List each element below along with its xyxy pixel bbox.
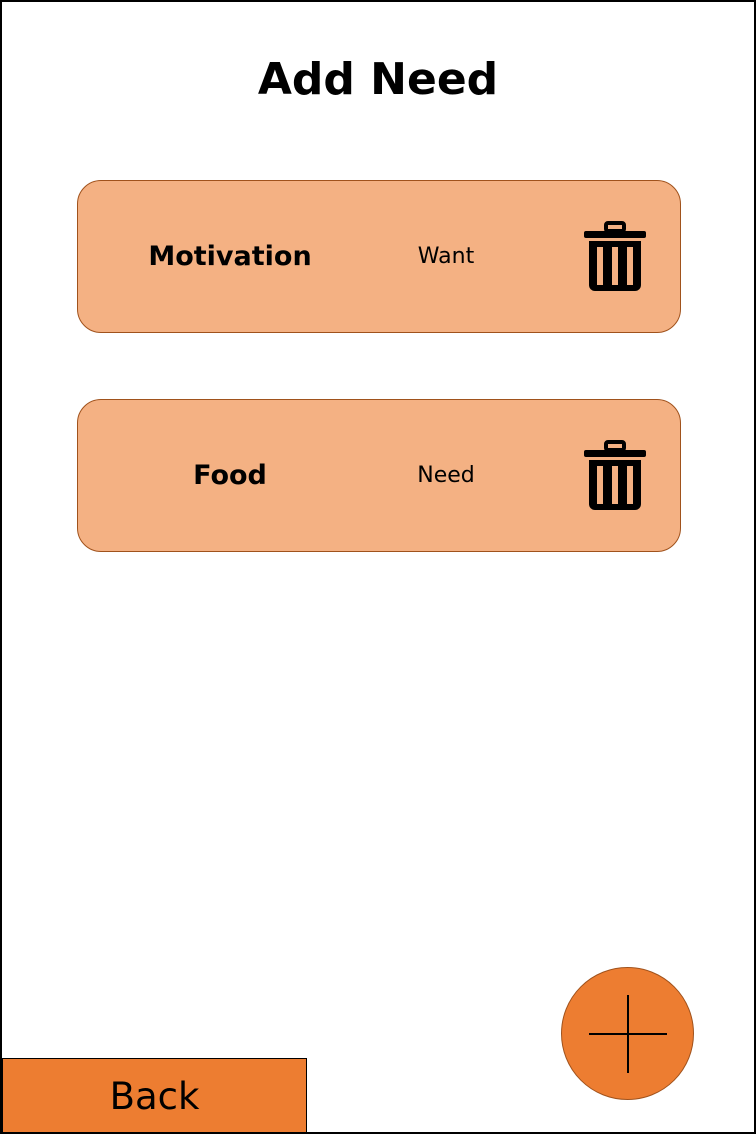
add-need-button[interactable] xyxy=(561,967,694,1100)
trash-icon xyxy=(584,440,646,510)
need-name: Food xyxy=(193,460,267,491)
plus-icon-vertical xyxy=(627,995,629,1073)
page-title: Add Need xyxy=(257,54,499,105)
need-name: Motivation xyxy=(148,241,312,272)
trash-icon xyxy=(584,221,646,291)
delete-button[interactable] xyxy=(584,221,646,293)
app-screen: Add Need Motivation Want Food Need Back xyxy=(0,0,756,1134)
delete-button[interactable] xyxy=(584,440,646,512)
back-button[interactable]: Back xyxy=(2,1058,307,1132)
need-type: Need xyxy=(417,463,475,488)
need-card: Motivation Want xyxy=(77,180,681,333)
need-card: Food Need xyxy=(77,399,681,552)
need-type: Want xyxy=(417,244,475,269)
